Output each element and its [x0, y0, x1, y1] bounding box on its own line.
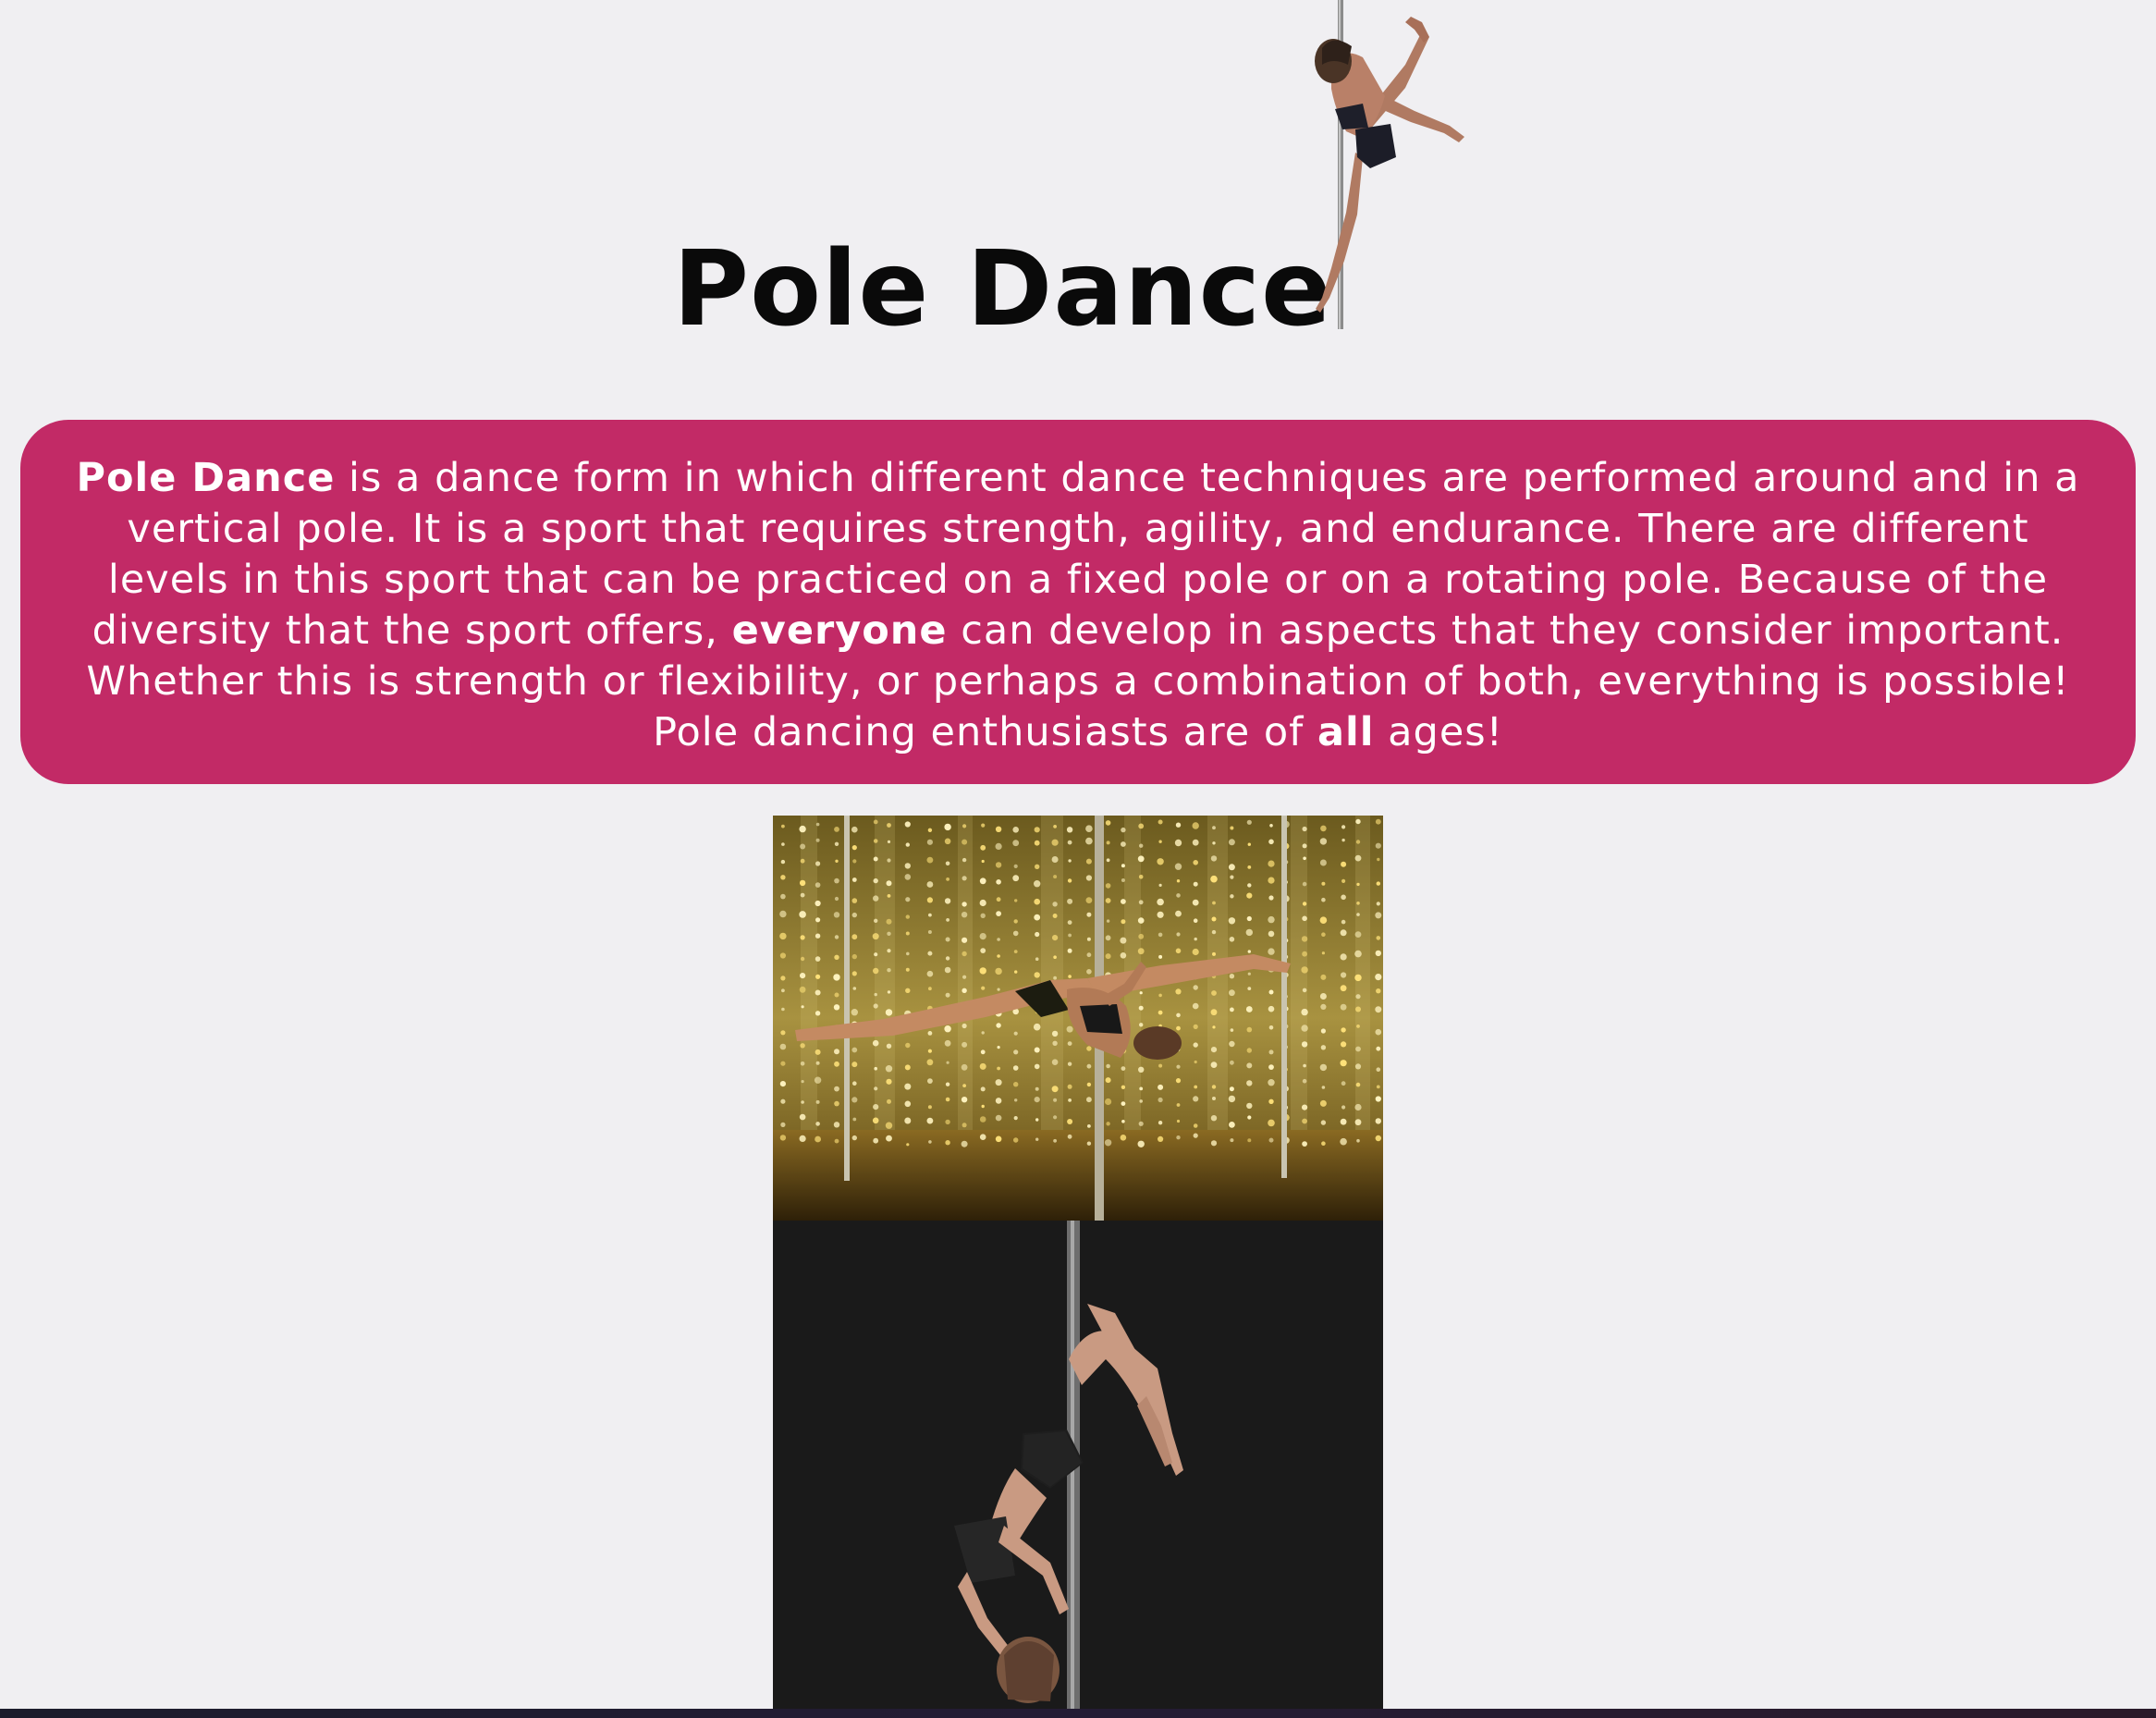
pole-dancer-figure-image: [1267, 0, 1488, 329]
intro-bold-all: all: [1317, 709, 1375, 755]
pole-inverted-dark-photo: [773, 1221, 1383, 1711]
page-title: Pole Dance: [673, 229, 1333, 350]
footer-strip: [0, 1709, 2156, 1718]
intro-bold-pole-dance: Pole Dance: [76, 455, 336, 501]
page: Pole Dance Pole Dance is a dance form in…: [0, 0, 2156, 1718]
pole-split-fairy-lights-photo: [773, 816, 1383, 1221]
intro-bold-everyone: everyone: [731, 607, 948, 654]
intro-paragraph: Pole Dance is a dance form in which diff…: [20, 420, 2136, 784]
intro-text-3: ages!: [1374, 709, 1503, 755]
header: Pole Dance: [0, 0, 2156, 350]
